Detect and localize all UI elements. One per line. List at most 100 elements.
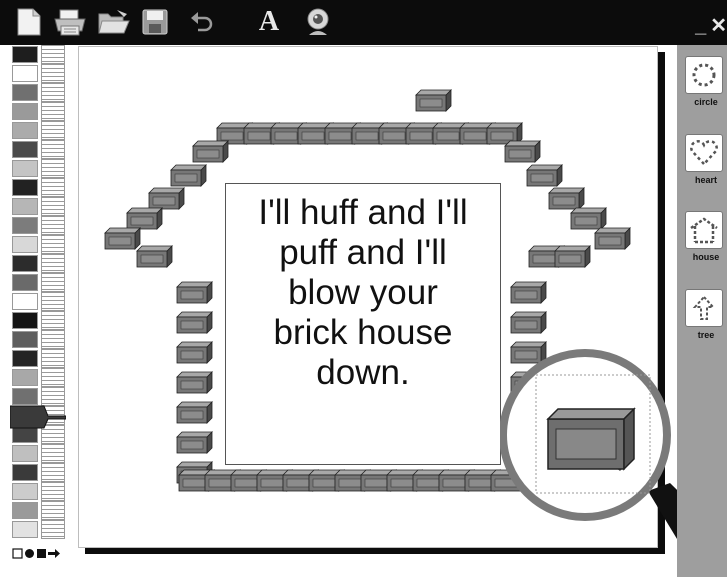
color-swatch[interactable]: [12, 312, 38, 329]
line-width-option[interactable]: [41, 463, 65, 482]
palette-row[interactable]: [10, 235, 65, 254]
palette-row[interactable]: [10, 273, 65, 292]
color-swatch[interactable]: [12, 445, 38, 462]
brick: [148, 187, 185, 210]
color-swatch[interactable]: [12, 236, 38, 253]
palette-row[interactable]: [10, 501, 65, 520]
pen-width-slider[interactable]: [10, 402, 66, 432]
palette-row[interactable]: [10, 368, 65, 387]
stamp-house[interactable]: house: [685, 211, 727, 262]
print-button[interactable]: [50, 6, 90, 38]
line-width-option[interactable]: [41, 83, 65, 102]
color-swatch[interactable]: [12, 293, 38, 310]
shape-tools: [12, 545, 61, 561]
palette-row[interactable]: [10, 197, 65, 216]
line-width-option[interactable]: [41, 64, 65, 83]
palette-row[interactable]: [10, 64, 65, 83]
line-width-option[interactable]: [41, 330, 65, 349]
brick: [504, 140, 541, 163]
line-width-option[interactable]: [41, 482, 65, 501]
brick: [176, 341, 213, 364]
palette-row[interactable]: [10, 102, 65, 121]
line-width-option[interactable]: [41, 520, 65, 539]
color-swatch[interactable]: [12, 103, 38, 120]
color-swatch[interactable]: [12, 274, 38, 291]
palette-row[interactable]: [10, 292, 65, 311]
palette-row[interactable]: [10, 311, 65, 330]
palette-row[interactable]: [10, 482, 65, 501]
undo-button[interactable]: [186, 6, 216, 38]
line-width-option[interactable]: [41, 311, 65, 330]
color-swatch[interactable]: [12, 502, 38, 519]
color-swatch[interactable]: [12, 198, 38, 215]
stamp-label: circle: [694, 97, 718, 107]
color-swatch[interactable]: [12, 122, 38, 139]
line-width-option[interactable]: [41, 121, 65, 140]
close-button[interactable]: ✕: [710, 16, 727, 36]
line-width-option[interactable]: [41, 178, 65, 197]
arrow-icon[interactable]: [48, 548, 61, 559]
color-swatch[interactable]: [12, 521, 38, 538]
brick: [526, 164, 563, 187]
line-width-option[interactable]: [41, 444, 65, 463]
palette-row[interactable]: [10, 520, 65, 539]
webcam-icon: [307, 8, 329, 35]
color-swatch[interactable]: [12, 160, 38, 177]
stamp-heart[interactable]: heart: [685, 134, 727, 185]
color-swatch[interactable]: [12, 179, 38, 196]
palette-row[interactable]: [10, 330, 65, 349]
line-width-option[interactable]: [41, 501, 65, 520]
palette-row[interactable]: [10, 178, 65, 197]
palette-row[interactable]: [10, 140, 65, 159]
open-button[interactable]: [95, 6, 133, 38]
palette-row[interactable]: [10, 444, 65, 463]
palette-row[interactable]: [10, 216, 65, 235]
color-swatch[interactable]: [12, 331, 38, 348]
palette-row[interactable]: [10, 121, 65, 140]
minimize-button[interactable]: _: [695, 16, 706, 36]
line-width-option[interactable]: [41, 45, 65, 64]
palette-row[interactable]: [10, 45, 65, 64]
color-swatch[interactable]: [12, 217, 38, 234]
save-button[interactable]: [140, 6, 170, 38]
brick: [170, 164, 207, 187]
line-width-option[interactable]: [41, 216, 65, 235]
line-width-option[interactable]: [41, 368, 65, 387]
tree-stamp-icon: [692, 295, 716, 320]
palette-row[interactable]: [10, 463, 65, 482]
open-square-icon[interactable]: [12, 547, 23, 559]
stamp-label: heart: [694, 175, 717, 185]
text-tool-button[interactable]: A: [254, 6, 284, 38]
filled-circle-icon[interactable]: [24, 548, 35, 559]
color-swatch[interactable]: [12, 84, 38, 101]
line-width-option[interactable]: [41, 197, 65, 216]
palette-row[interactable]: [10, 254, 65, 273]
stamp-tree[interactable]: tree: [685, 289, 727, 340]
canvas-text-box[interactable]: I'll huff and I'll puff and I'll blow yo…: [225, 183, 501, 465]
line-width-option[interactable]: [41, 140, 65, 159]
color-swatch[interactable]: [12, 46, 38, 63]
webcam-button[interactable]: [300, 6, 336, 38]
color-swatch[interactable]: [12, 65, 38, 82]
line-width-option[interactable]: [41, 273, 65, 292]
line-width-option[interactable]: [41, 292, 65, 311]
brick: [554, 245, 591, 268]
color-swatch[interactable]: [12, 483, 38, 500]
filled-square-icon[interactable]: [36, 548, 47, 559]
line-width-option[interactable]: [41, 235, 65, 254]
color-swatch[interactable]: [12, 255, 38, 272]
color-swatch[interactable]: [12, 464, 38, 481]
new-page-button[interactable]: [14, 6, 44, 38]
line-width-option[interactable]: [41, 254, 65, 273]
color-swatch[interactable]: [12, 350, 38, 367]
palette-row[interactable]: [10, 159, 65, 178]
brick: [176, 401, 213, 424]
color-swatch[interactable]: [12, 369, 38, 386]
palette-row[interactable]: [10, 83, 65, 102]
palette-row[interactable]: [10, 349, 65, 368]
line-width-option[interactable]: [41, 159, 65, 178]
color-swatch[interactable]: [12, 141, 38, 158]
line-width-option[interactable]: [41, 102, 65, 121]
line-width-option[interactable]: [41, 349, 65, 368]
stamp-circle[interactable]: circle: [685, 56, 727, 107]
